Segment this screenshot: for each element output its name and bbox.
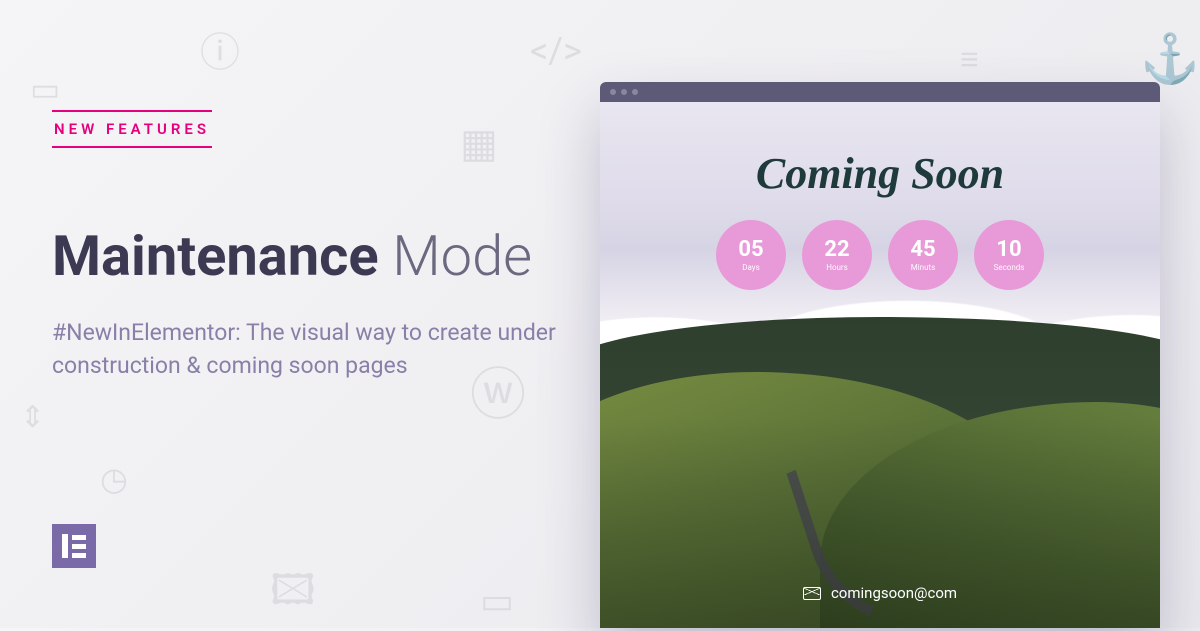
eyebrow-label: NEW FEATURES [52,110,212,148]
headline-light: Mode [379,223,533,289]
contact-email: comingsoon@com [600,584,1160,602]
window-dot-icon [621,89,627,95]
lines-icon: ≡ [960,40,979,78]
countdown-label: Days [742,263,759,272]
browser-titlebar [600,82,1160,102]
widget-icon: ▭ [30,70,60,108]
coming-soon-page: Coming Soon 05 Days 22 Hours 45 Minuts 1… [600,102,1160,628]
email-text: comingsoon@com [831,584,957,602]
clock-icon: ◷ [100,460,128,498]
cursor-icon: ▭ [480,580,514,622]
headline: Maintenance Mode [52,226,592,288]
mail-icon [803,587,821,600]
coming-soon-title: Coming Soon [600,148,1160,199]
countdown-value: 22 [824,239,849,261]
countdown-value: 05 [738,239,763,261]
countdown-label: Hours [826,263,848,272]
code-icon: </> [530,30,582,72]
countdown: 05 Days 22 Hours 45 Minuts 10 Seconds [600,220,1160,290]
browser-preview: Coming Soon 05 Days 22 Hours 45 Minuts 1… [600,82,1160,628]
countdown-seconds: 10 Seconds [974,220,1044,290]
window-dot-icon [610,89,616,95]
countdown-minutes: 45 Minuts [888,220,958,290]
hero-copy: NEW FEATURES Maintenance Mode #NewInElem… [52,110,592,382]
eyebrow-wrap: NEW FEATURES [52,110,212,148]
elementor-logo-icon [52,524,96,568]
anchor-icon: ⚓ [1140,30,1200,87]
subheadline: #NewInElementor: The visual way to creat… [52,316,592,383]
countdown-label: Minuts [911,263,936,272]
headline-bold: Maintenance [52,223,379,289]
countdown-days: 05 Days [716,220,786,290]
countdown-value: 10 [996,239,1021,261]
info-icon: ⓘ [200,20,240,78]
window-dot-icon [632,89,638,95]
countdown-value: 45 [910,239,935,261]
countdown-label: Seconds [994,263,1025,272]
divider-icon: ⇕ [20,400,45,435]
countdown-hours: 22 Hours [802,220,872,290]
gallery-icon: 🖾 [270,560,316,631]
